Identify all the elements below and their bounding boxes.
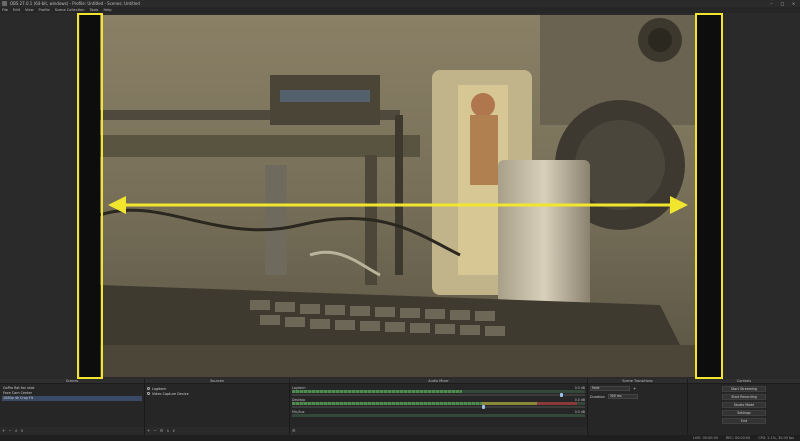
cpu-status: CPU: 2.1%, 30.00 fps	[758, 436, 794, 440]
camera-preview-image	[100, 15, 696, 377]
transition-select-row: Fade +	[590, 386, 685, 391]
title-bar: OBS 27.0.1 (64-bit, windows) - Profile: …	[0, 0, 800, 7]
scenes-toolbar: + − ∧ ∨	[0, 427, 144, 435]
status-bar: LIVE: 00:00:00 REC: 00:00:00 CPU: 2.1%, …	[0, 435, 800, 441]
window-controls: – □ ×	[769, 1, 800, 6]
start-recording-button[interactable]: Start Recording	[722, 394, 766, 400]
duration-label: Duration	[590, 394, 605, 399]
desk-scene-illustration	[100, 15, 696, 377]
volume-fader[interactable]	[292, 405, 585, 409]
transition-select[interactable]: Fade	[590, 386, 630, 391]
transitions-body: Fade + Duration 300 ms	[588, 385, 687, 427]
volume-meter	[292, 390, 585, 393]
scene-item-selected[interactable]: 1080p 4k Crop Fit	[2, 396, 142, 401]
up-icon[interactable]: ∧	[15, 429, 18, 433]
add-scene-icon[interactable]: +	[2, 429, 5, 433]
menu-profile[interactable]: Profile	[39, 8, 50, 12]
down-icon[interactable]: ∨	[172, 429, 175, 433]
menu-file[interactable]: File	[2, 8, 8, 12]
mixer-toolbar: ⚙	[290, 427, 587, 435]
annotation-box-right	[695, 13, 723, 379]
sources-dock-title: Sources	[145, 379, 289, 384]
docks-area: Scenes GoPro flat fov shot Face Cam Cent…	[0, 379, 800, 441]
menu-scene-collection[interactable]: Scene Collection	[55, 8, 85, 12]
start-streaming-button[interactable]: Start Streaming	[722, 386, 766, 392]
controls-title: Controls	[688, 379, 800, 384]
controls-body: Start Streaming Start Recording Studio M…	[688, 385, 800, 427]
source-item[interactable]: Video Capture Device	[147, 391, 287, 396]
mixer-track: Mic/Aux 0.0 dB	[292, 410, 585, 417]
close-icon[interactable]: ×	[791, 1, 796, 6]
remove-scene-icon[interactable]: −	[8, 429, 11, 433]
exit-button[interactable]: Exit	[722, 418, 766, 424]
fader-knob[interactable]	[560, 393, 563, 397]
fader-knob[interactable]	[482, 405, 485, 409]
scene-transitions-dock: Scene Transitions Fade + Duration 300 ms	[588, 379, 688, 435]
source-label: Logitech	[152, 386, 167, 391]
settings-button[interactable]: Settings	[722, 410, 766, 416]
sources-toolbar: + − ⚙ ∧ ∨	[145, 427, 289, 435]
minimize-icon[interactable]: –	[769, 1, 774, 6]
volume-meter	[292, 402, 585, 405]
audio-mixer-dock: Audio Mixer Logitech 0.0 dB Desktop 0.0 …	[290, 379, 588, 435]
scenes-dock: Scenes GoPro flat fov shot Face Cam Cent…	[0, 379, 145, 435]
studio-mode-button[interactable]: Studio Mode	[722, 402, 766, 408]
meter-level	[292, 390, 462, 393]
menu-edit[interactable]: Edit	[13, 8, 20, 12]
controls-dock: Controls Start Streaming Start Recording…	[688, 379, 800, 435]
mixer-track: Desktop 0.0 dB	[292, 398, 585, 409]
scene-transitions-title: Scene Transitions	[588, 379, 687, 384]
remove-source-icon[interactable]: −	[153, 429, 156, 433]
annotation-box-left	[77, 13, 103, 379]
meter-warn-zone	[482, 402, 537, 405]
menu-help[interactable]: Help	[103, 8, 111, 12]
mixer-tracks: Logitech 0.0 dB Desktop 0.0 dB Mic/Aux 0…	[290, 385, 587, 427]
gear-icon[interactable]: ⚙	[292, 429, 296, 433]
sources-dock: Sources Logitech Video Capture Device + …	[145, 379, 290, 435]
rec-status: REC: 00:00:00	[725, 436, 751, 440]
menu-tools[interactable]: Tools	[90, 8, 99, 12]
add-transition-icon[interactable]: +	[633, 386, 637, 391]
scenes-dock-title: Scenes	[0, 379, 144, 384]
sources-list: Logitech Video Capture Device	[145, 385, 289, 427]
volume-fader[interactable]	[292, 393, 585, 397]
gear-icon[interactable]: ⚙	[160, 429, 164, 433]
audio-mixer-title: Audio Mixer	[290, 379, 587, 384]
eye-icon[interactable]	[147, 387, 150, 390]
duration-input[interactable]: 300 ms	[607, 394, 638, 399]
menu-view[interactable]: View	[25, 8, 34, 12]
eye-icon[interactable]	[147, 392, 150, 395]
up-icon[interactable]: ∧	[166, 429, 169, 433]
soda-can-shape	[498, 160, 590, 308]
scenes-list: GoPro flat fov shot Face Cam Center 1080…	[0, 385, 144, 427]
mixer-track: Logitech 0.0 dB	[292, 386, 585, 397]
add-source-icon[interactable]: +	[147, 429, 150, 433]
maximize-icon[interactable]: □	[780, 1, 785, 6]
meter-peak-zone	[537, 402, 577, 405]
live-status: LIVE: 00:00:00	[693, 436, 718, 440]
window-title: OBS 27.0.1 (64-bit, windows) - Profile: …	[10, 1, 140, 6]
obs-app-icon	[2, 1, 7, 6]
volume-meter	[292, 414, 585, 417]
down-icon[interactable]: ∨	[21, 429, 24, 433]
duration-row: Duration 300 ms	[590, 394, 685, 399]
source-label: Video Capture Device	[152, 391, 189, 396]
